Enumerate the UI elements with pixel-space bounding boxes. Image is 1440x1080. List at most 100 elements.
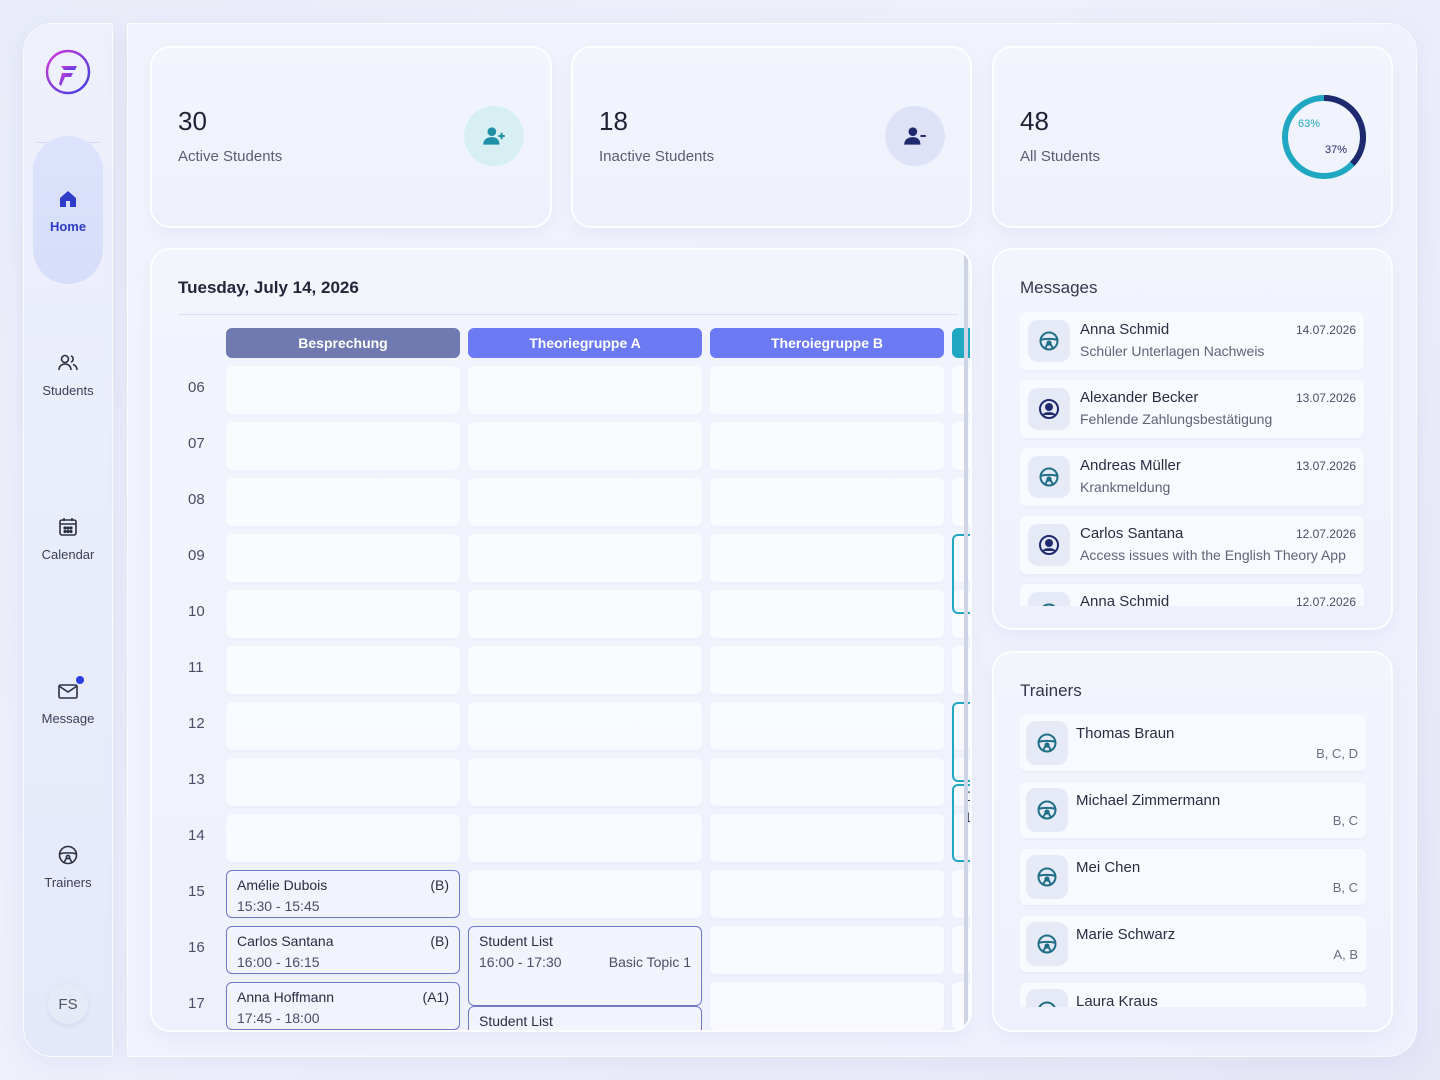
time-slot[interactable] xyxy=(468,702,702,750)
message-sender: Anna Schmid xyxy=(1080,321,1170,338)
time-slot[interactable] xyxy=(226,590,460,638)
time-slot[interactable] xyxy=(226,366,460,414)
trainer-item[interactable]: Michael Zimmermann B, C xyxy=(1020,782,1366,838)
time-slot[interactable] xyxy=(710,814,944,862)
calendar-event[interactable]: Amélie Dubois (B) 15:30 - 15:45 xyxy=(226,870,460,918)
nav-students[interactable]: Students xyxy=(33,300,103,448)
message-item[interactable]: Anna Schmid 12.07.2026 xyxy=(1020,584,1364,606)
event-name: Anna Hoffmann xyxy=(237,989,335,1005)
message-date: 12.07.2026 xyxy=(1295,527,1356,541)
hour-label: 08 xyxy=(188,491,205,508)
message-sender: Anna Schmid xyxy=(1080,593,1170,606)
hour-label: 15 xyxy=(188,883,205,900)
time-slot[interactable] xyxy=(226,814,460,862)
time-slot[interactable] xyxy=(468,366,702,414)
trainers-card: Trainers Thomas Braun B, C, D Michael Zi… xyxy=(994,653,1391,1030)
trainer-name: Laura Kraus xyxy=(1076,993,1158,1007)
user-avatar[interactable]: FS xyxy=(48,984,88,1024)
messages-card: Messages Anna Schmid Schüler Unterlagen … xyxy=(994,250,1391,628)
column-header-besprechung[interactable]: Besprechung xyxy=(226,328,460,358)
hour-label: 06 xyxy=(188,379,205,396)
message-sender: Andreas Müller xyxy=(1080,457,1181,474)
time-slot[interactable] xyxy=(468,870,702,918)
event-tag: (A1) xyxy=(422,989,449,1005)
time-slot[interactable] xyxy=(710,534,944,582)
time-slot[interactable] xyxy=(468,814,702,862)
steering-wheel-icon xyxy=(1026,788,1068,832)
message-item[interactable]: Anna Schmid Schüler Unterlagen Nachweis … xyxy=(1020,312,1364,370)
time-slot[interactable] xyxy=(468,758,702,806)
column-header-theroiegruppe-b[interactable]: Theroiegruppe B xyxy=(710,328,944,358)
calendar-event[interactable]: Carlos Santana (B) 16:00 - 16:15 xyxy=(226,926,460,974)
hour-label: 14 xyxy=(188,827,205,844)
trainer-item[interactable]: Laura Kraus xyxy=(1020,983,1366,1007)
time-slot[interactable] xyxy=(710,702,944,750)
time-slot[interactable] xyxy=(226,534,460,582)
message-date: 14.07.2026 xyxy=(1295,323,1356,337)
trainer-classes: B, C xyxy=(1332,813,1358,828)
time-slot[interactable] xyxy=(710,758,944,806)
app-logo[interactable] xyxy=(44,48,92,96)
nav-trainers[interactable]: Trainers xyxy=(33,792,103,940)
time-slot[interactable] xyxy=(226,646,460,694)
hour-label: 12 xyxy=(188,715,205,732)
time-slot[interactable] xyxy=(468,478,702,526)
nav-home-label: Home xyxy=(49,218,87,234)
hour-label: 11 xyxy=(188,659,204,676)
time-slot[interactable] xyxy=(226,758,460,806)
column-header-theoriegruppe-a[interactable]: Theoriegruppe A xyxy=(468,328,702,358)
unread-dot xyxy=(76,676,84,684)
trainer-item[interactable]: Mei Chen B, C xyxy=(1020,849,1366,905)
time-slot[interactable] xyxy=(710,926,944,974)
trainer-item[interactable]: Thomas Braun B, C, D xyxy=(1020,715,1366,771)
time-slot[interactable] xyxy=(710,870,944,918)
calendar-date: Tuesday, July 14, 2026 xyxy=(178,278,359,297)
hour-label: 13 xyxy=(188,771,205,788)
time-slot[interactable] xyxy=(710,422,944,470)
message-preview: Fehlende Zahlungsbestätigung xyxy=(1080,411,1273,427)
time-slot[interactable] xyxy=(226,702,460,750)
event-name: Carlos Santana xyxy=(237,933,334,949)
time-slot[interactable] xyxy=(710,478,944,526)
trainer-name: Mei Chen xyxy=(1076,859,1141,876)
time-slot[interactable] xyxy=(226,422,460,470)
steering-wheel-icon xyxy=(1026,721,1068,765)
user-plus-icon xyxy=(464,106,524,166)
calendar-scrollbar[interactable] xyxy=(964,252,968,1030)
time-slot[interactable] xyxy=(468,590,702,638)
steering-wheel-icon xyxy=(1026,922,1068,966)
time-slot[interactable] xyxy=(710,646,944,694)
time-slot[interactable] xyxy=(226,478,460,526)
time-slot[interactable] xyxy=(710,590,944,638)
time-slot[interactable] xyxy=(468,422,702,470)
message-item[interactable]: Carlos Santana Access issues with the En… xyxy=(1020,516,1364,574)
event-name: Student List xyxy=(479,1013,553,1029)
nav-message[interactable]: Message xyxy=(33,628,103,776)
calendar-card: Tuesday, July 14, 2026 Besprechung Theor… xyxy=(152,250,970,1030)
user-circle-icon xyxy=(1028,524,1070,566)
nav-calendar-label: Calendar xyxy=(41,546,95,562)
trainer-item[interactable]: Marie Schwarz A, B xyxy=(1020,916,1366,972)
calendar-event[interactable]: Student List 16:00 - 17:30 Basic Topic 1 xyxy=(468,926,702,1006)
event-time: 15:30 - 15:45 xyxy=(237,898,320,914)
event-time: 17:45 - 18:00 xyxy=(237,1010,320,1026)
steering-wheel-icon xyxy=(1026,855,1068,899)
time-slot[interactable] xyxy=(710,982,944,1030)
nav-calendar[interactable]: Calendar xyxy=(33,464,103,612)
message-item[interactable]: Alexander Becker Fehlende Zahlungsbestät… xyxy=(1020,380,1364,438)
nav-home[interactable]: Home xyxy=(33,136,103,284)
calendar-event[interactable]: Anna Hoffmann (A1) 17:45 - 18:00 xyxy=(226,982,460,1030)
steering-wheel-icon xyxy=(1026,989,1068,1007)
trainer-classes: B, C, D xyxy=(1316,746,1358,761)
hour-label: 09 xyxy=(188,547,205,564)
stat-card-inactive: 18 Inactive Students xyxy=(573,48,970,226)
sidebar: Home Students Calendar Message Trainers … xyxy=(24,24,112,1056)
time-slot[interactable] xyxy=(710,366,944,414)
steering-wheel-icon xyxy=(1028,592,1070,606)
trainer-classes: A, B xyxy=(1333,947,1358,962)
inactive-students-label: Inactive Students xyxy=(599,148,715,165)
time-slot[interactable] xyxy=(468,534,702,582)
calendar-event[interactable]: Student List xyxy=(468,1006,702,1030)
time-slot[interactable] xyxy=(468,646,702,694)
message-item[interactable]: Andreas Müller Krankmeldung 13.07.2026 xyxy=(1020,448,1364,506)
